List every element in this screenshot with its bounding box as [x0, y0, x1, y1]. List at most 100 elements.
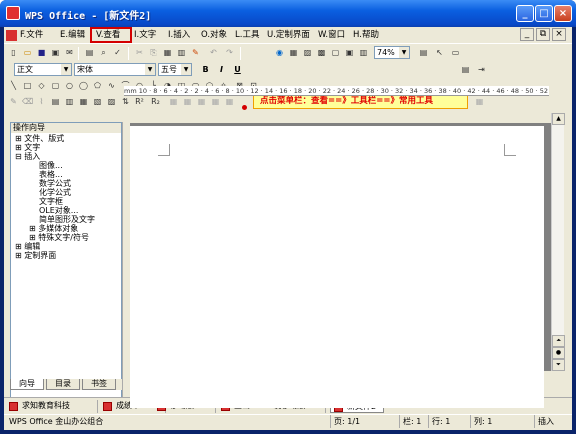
tree-item-customize[interactable]: ⊞ 定制界面	[15, 251, 56, 261]
table-props-icon[interactable]: ▨	[106, 96, 117, 107]
polygon-icon[interactable]: ⬠	[92, 80, 103, 91]
circle-icon[interactable]: ◯	[78, 80, 89, 91]
copy-icon[interactable]: ⎘	[148, 47, 159, 58]
insert-row-icon[interactable]: ▤	[50, 96, 61, 107]
menu-file[interactable]: F.文件	[20, 29, 43, 42]
menu-insert[interactable]: I.插入	[168, 29, 190, 42]
doc-minimize-button[interactable]: _	[520, 28, 534, 41]
close-button[interactable]: ×	[554, 5, 572, 22]
style-value: 正文	[17, 65, 33, 74]
menu-window[interactable]: W.窗口	[318, 29, 345, 42]
margin-corner	[504, 144, 516, 156]
help-pointer-icon[interactable]: ↖	[434, 47, 445, 58]
scroll-up-icon[interactable]: ▲	[552, 113, 565, 125]
format-painter-icon[interactable]: ✎	[190, 47, 201, 58]
paste-icon[interactable]: ▦	[162, 47, 173, 58]
ellipse-icon[interactable]: ○	[64, 80, 75, 91]
wps-logo-icon	[6, 6, 20, 20]
window-icon[interactable]: ▭	[450, 47, 461, 58]
print-icon[interactable]: ▤	[84, 47, 95, 58]
grid-icon[interactable]: ▦	[196, 96, 207, 107]
style-select[interactable]: 正文 ▼	[14, 63, 72, 76]
superscript-icon[interactable]: R²	[134, 96, 145, 107]
document-page[interactable]	[130, 126, 544, 408]
menu-tools[interactable]: L.工具	[235, 29, 259, 42]
tree-label: 多媒体对象	[38, 224, 79, 233]
grid-icon[interactable]: ▦	[474, 96, 485, 107]
grid-icon[interactable]: ▦	[224, 96, 235, 107]
line-icon[interactable]: ╲	[8, 80, 19, 91]
font-select[interactable]: 宋体 ▼	[74, 63, 156, 76]
doc-close-button[interactable]: ×	[552, 28, 566, 41]
doc-tab[interactable]: 求知教育科技	[6, 400, 98, 413]
prev-page-icon[interactable]: ⏶	[552, 335, 565, 347]
table-icon[interactable]: ▦	[288, 47, 299, 58]
instruction-callout: 点击菜单栏：查看==》工具栏==》常用工具	[253, 94, 468, 109]
underline-button[interactable]: U	[232, 64, 243, 75]
grid-icon[interactable]: ▦	[168, 96, 179, 107]
align-icon[interactable]: ▤	[460, 64, 471, 75]
tab-toc[interactable]: 目录	[46, 379, 80, 390]
properties-icon[interactable]: ▤	[418, 47, 429, 58]
tab-bookmark[interactable]: 书签	[82, 379, 116, 390]
insert-col-icon[interactable]: ▥	[64, 96, 75, 107]
maximize-button[interactable]: □	[535, 5, 553, 22]
print-preview-icon[interactable]: ▣	[50, 47, 61, 58]
font-value: 宋体	[77, 65, 93, 74]
save-icon[interactable]: ■	[36, 47, 47, 58]
diamond-icon[interactable]: ◇	[36, 80, 47, 91]
menu-text[interactable]: I.文字	[134, 29, 156, 42]
columns-icon[interactable]: ▥	[358, 47, 369, 58]
hyperlink-icon[interactable]: ◉	[274, 47, 285, 58]
textbox-icon[interactable]: ▣	[344, 47, 355, 58]
tree-item-insert[interactable]: ⊟ 插入	[15, 152, 40, 162]
doc-restore-button[interactable]: ⧉	[536, 28, 550, 41]
rounded-rect-icon[interactable]: ▢	[50, 80, 61, 91]
open-icon[interactable]: ▭	[22, 47, 33, 58]
brush-icon[interactable]: ⌇	[36, 96, 47, 107]
clipboard-icon[interactable]: ▥	[176, 47, 187, 58]
title-bar[interactable]: WPS Office - [新文件2] _ □ ×	[0, 0, 576, 27]
curve-icon[interactable]: ∿	[106, 80, 117, 91]
indent-icon[interactable]: ⇥	[476, 64, 487, 75]
subscript-icon[interactable]: R₂	[150, 96, 161, 107]
chart-icon[interactable]: ▩	[316, 47, 327, 58]
redo-icon[interactable]: ↷	[224, 47, 235, 58]
menu-object[interactable]: O.对象	[201, 29, 227, 42]
rectangle-icon[interactable]: □	[22, 80, 33, 91]
grid-icon[interactable]: ▦	[210, 96, 221, 107]
menu-help[interactable]: H.帮助	[353, 29, 379, 42]
grid-icon[interactable]: ▦	[182, 96, 193, 107]
pencil-icon[interactable]: ✎	[8, 96, 19, 107]
vertical-scrollbar[interactable]: ▲ ⏶ ● ⏷	[551, 113, 565, 371]
standard-toolbar: ▯ ▭ ■ ▣ ✉ ▤ ⌕ ✓ ✂ ⎘ ▦ ▥ ✎ ↶ ↷ ◉ ▦ ▨ ▩ ▢ …	[4, 45, 572, 61]
find-icon[interactable]: ⌕	[98, 47, 109, 58]
size-select[interactable]: 五号 ▼	[158, 63, 192, 76]
merge-icon[interactable]: ▦	[78, 96, 89, 107]
frame-icon[interactable]: ▢	[330, 47, 341, 58]
new-icon[interactable]: ▯	[8, 47, 19, 58]
next-page-icon[interactable]: ⏷	[552, 359, 565, 371]
cut-icon[interactable]: ✂	[134, 47, 145, 58]
italic-button[interactable]: I	[216, 64, 227, 75]
page-select-icon[interactable]: ●	[552, 347, 565, 359]
sort-icon[interactable]: ⇅	[120, 96, 131, 107]
undo-icon[interactable]: ↶	[208, 47, 219, 58]
doc-icon	[103, 402, 112, 411]
zoom-select[interactable]: 74% ▼	[374, 46, 410, 59]
email-icon[interactable]: ✉	[64, 47, 75, 58]
bold-button[interactable]: B	[200, 64, 211, 75]
menu-edit[interactable]: E.编辑	[60, 29, 85, 42]
menu-customize[interactable]: U.定制界面	[267, 29, 310, 42]
split-icon[interactable]: ▧	[92, 96, 103, 107]
spellcheck-icon[interactable]: ✓	[112, 47, 123, 58]
status-page: 页: 1/1	[330, 415, 390, 428]
tab-wizard[interactable]: 向导	[10, 379, 44, 390]
chevron-down-icon: ▼	[181, 64, 191, 75]
horizontal-ruler[interactable]: mm 10 · 8 · 6 · 4 · 2 · 2 · 4 · 6 · 8 · …	[124, 86, 549, 96]
minimize-button[interactable]: _	[516, 5, 534, 22]
image-icon[interactable]: ▨	[302, 47, 313, 58]
eraser-icon[interactable]: ⌫	[22, 96, 33, 107]
status-col: 栏: 1	[399, 415, 427, 428]
doc-tab-label: 求知教育科技	[22, 401, 70, 410]
